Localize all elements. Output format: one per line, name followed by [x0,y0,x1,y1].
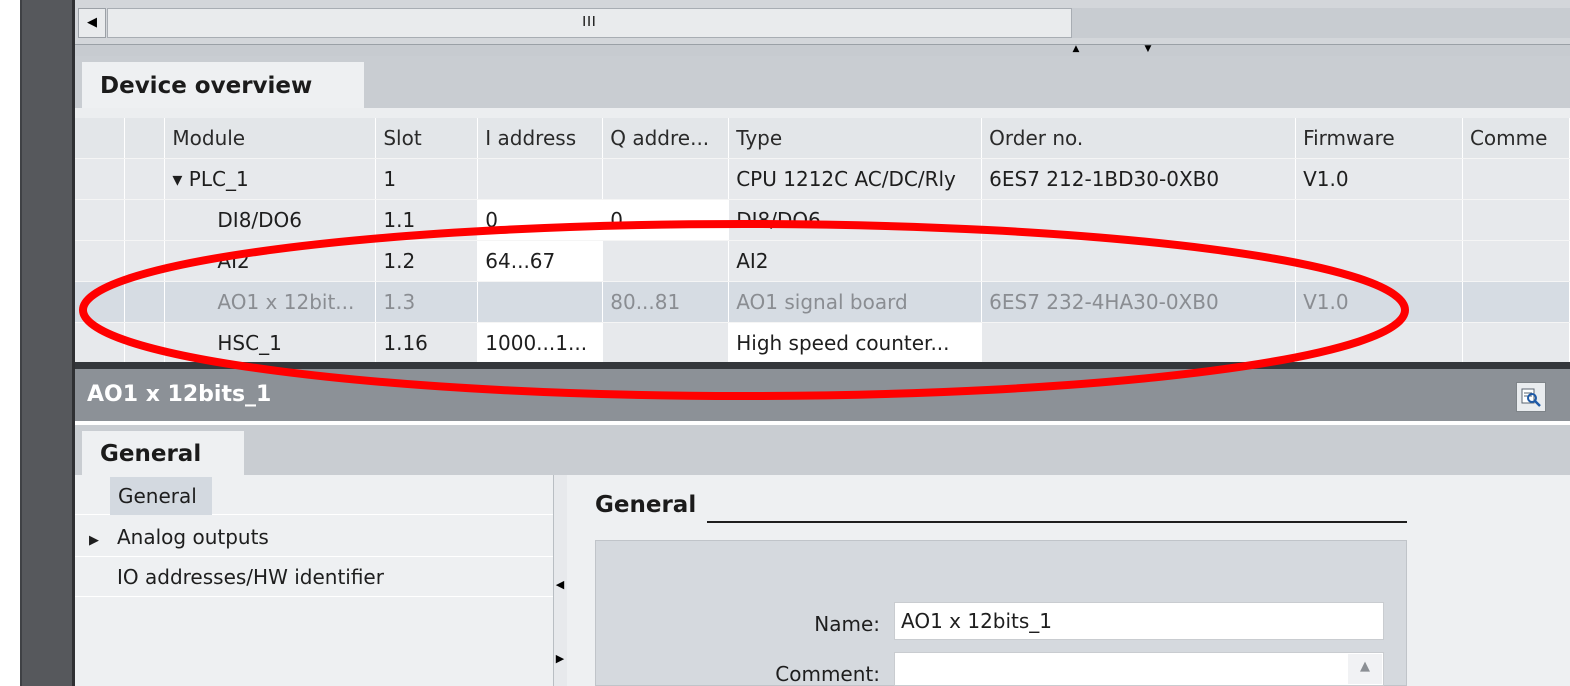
expand-right-arrow-icon[interactable]: ▶ [553,652,567,665]
cell-i-address[interactable] [477,158,604,200]
cell-slot: 1 [375,158,479,200]
column-header-i-address[interactable]: I address [477,118,604,159]
column-header-blank [75,118,126,159]
splitter-bar[interactable] [75,44,1570,56]
left-margin [0,0,20,686]
row-cell [124,158,166,200]
column-header-firmware[interactable]: Firmware [1295,118,1463,159]
expand-arrow-icon[interactable]: ▶ [75,521,117,561]
properties-tab-strip [75,425,1570,475]
scroll-up-arrow-icon[interactable]: ▲ [1348,654,1382,684]
nav-item-general[interactable]: General [110,477,212,515]
nav-item-label: Analog outputs [117,525,269,549]
cell-firmware: V1.0 [1295,158,1463,200]
nav-item-io-addresses[interactable]: IO addresses/HW identifier [75,557,553,597]
column-header-module[interactable]: Module [164,118,377,159]
scrollbar-thumb[interactable]: III [107,8,1072,38]
table-header-row: Module Slot I address Q addre... Type Or… [75,118,1570,159]
cell-comment[interactable] [1462,322,1570,364]
scroll-left-arrow-icon[interactable]: ◀ [78,8,106,38]
search-icon[interactable] [1516,382,1546,412]
split-down-arrow-icon[interactable]: ▼ [1128,44,1168,54]
tab-general[interactable]: General [82,431,244,477]
cell-module[interactable]: ▾ PLC_1 [164,158,377,200]
column-header-blank [124,118,166,159]
cell-comment[interactable] [1462,240,1570,282]
nav-item-analog-outputs[interactable]: ▶ Analog outputs [75,517,553,557]
name-field[interactable] [894,602,1384,640]
cell-q-address[interactable] [602,158,730,200]
cell-comment[interactable] [1462,199,1570,241]
column-header-slot[interactable]: Slot [375,118,479,159]
scrollbar-track[interactable] [1072,8,1570,38]
column-header-comment[interactable]: Comme [1462,118,1570,159]
collapse-left-arrow-icon[interactable]: ◀ [553,578,567,591]
cell-type: CPU 1212C AC/DC/Rly [728,158,983,200]
comment-label: Comment: [775,662,880,686]
column-header-type[interactable]: Type [728,118,983,159]
table-row[interactable]: ▾ PLC_1 1 CPU 1212C AC/DC/Rly 6ES7 212-1… [75,158,1570,200]
left-panel-strip [20,0,74,686]
cell-comment[interactable] [1462,158,1570,200]
cell-order-no: 6ES7 212-1BD30-0XB0 [981,158,1297,200]
row-header[interactable] [75,158,126,200]
name-label: Name: [814,612,880,636]
highlight-ellipse [79,220,1409,400]
section-title: General [595,492,697,518]
section-underline [707,521,1407,523]
cell-comment[interactable] [1462,281,1570,323]
tab-device-overview[interactable]: Device overview [82,62,364,110]
column-header-order-no[interactable]: Order no. [981,118,1297,159]
column-header-q-address[interactable]: Q addre... [602,118,730,159]
split-up-arrow-icon[interactable]: ▲ [1056,44,1096,54]
comment-field[interactable] [894,652,1384,686]
